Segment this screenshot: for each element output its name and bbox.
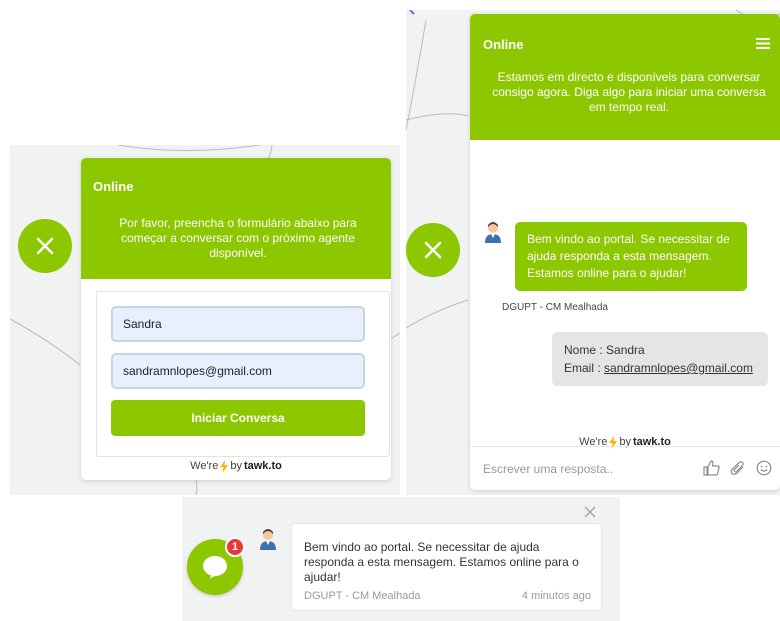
- notification-panel: 1 Bem vindo ao portal. Se necessitar de …: [182, 497, 620, 621]
- chat-widget: Online Estamos em directo e disponíveis …: [470, 14, 780, 490]
- close-widget-button[interactable]: [406, 223, 460, 277]
- agent-name: DGUPT - CM Mealhada: [502, 302, 608, 313]
- menu-icon[interactable]: [756, 38, 770, 49]
- close-widget-button[interactable]: [18, 219, 72, 273]
- visitor-name: Sandra: [606, 343, 645, 357]
- close-icon: [424, 241, 442, 259]
- status-label: Online: [483, 37, 524, 52]
- prechat-form: Sandra sandramnlopes@gmail.com Iniciar C…: [96, 291, 390, 457]
- branding-by: by: [230, 460, 242, 472]
- agent-avatar-icon: [260, 529, 276, 550]
- visitor-name-line: Nome : Sandra: [564, 341, 756, 359]
- prechat-widget: Online Por favor, preencha o formulário …: [81, 158, 391, 480]
- notification-agent-name: DGUPT - CM Mealhada: [304, 590, 421, 602]
- unread-count-badge: 1: [225, 537, 245, 557]
- status-label: Online: [93, 179, 134, 194]
- composer-placeholder: Escrever uma resposta..: [483, 461, 614, 476]
- visitor-message-bubble: Nome : Sandra Email : sandramnlopes@gmai…: [552, 332, 768, 386]
- notification-time: 4 minutos ago: [521, 590, 591, 602]
- composer-actions: [703, 460, 772, 476]
- widget-header: Online Por favor, preencha o formulário …: [81, 158, 391, 279]
- chat-window-panel: Online Estamos em directo e disponíveis …: [406, 10, 780, 495]
- visitor-email-line: Email : sandramnlopes@gmail.com: [564, 359, 756, 377]
- branding-prefix: We're: [190, 460, 219, 472]
- header-message: Estamos em directo e disponíveis para co…: [492, 70, 766, 114]
- notification-message: Bem vindo ao portal. Se necessitar de aj…: [304, 540, 579, 584]
- notification-meta: DGUPT - CM Mealhada 4 minutos ago: [304, 590, 591, 602]
- header-message: Por favor, preencha o formulário abaixo …: [119, 216, 357, 260]
- lightning-icon: [220, 459, 229, 473]
- close-icon[interactable]: [584, 506, 596, 518]
- message-composer[interactable]: Escrever uma resposta..: [470, 446, 780, 490]
- chat-bubble-icon: [203, 556, 227, 579]
- name-field[interactable]: Sandra: [111, 306, 365, 342]
- email-field[interactable]: sandramnlopes@gmail.com: [111, 353, 365, 389]
- prechat-form-panel: Online Por favor, preencha o formulário …: [10, 145, 400, 495]
- agent-message-bubble: Bem vindo ao portal. Se necessitar de aj…: [515, 222, 747, 291]
- thumbs-up-icon[interactable]: [703, 460, 720, 476]
- notification-card[interactable]: Bem vindo ao portal. Se necessitar de aj…: [291, 523, 602, 611]
- branding[interactable]: We're by tawk.to: [81, 454, 391, 478]
- visitor-email-link[interactable]: sandramnlopes@gmail.com: [604, 361, 753, 375]
- visitor-email-label: Email :: [564, 361, 601, 375]
- widget-header: Online Estamos em directo e disponíveis …: [470, 14, 780, 140]
- branding-name: tawk.to: [243, 460, 282, 472]
- emoji-icon[interactable]: [756, 460, 772, 476]
- attachment-icon[interactable]: [730, 460, 746, 476]
- close-icon: [36, 237, 54, 255]
- start-chat-button[interactable]: Iniciar Conversa: [111, 400, 365, 436]
- visitor-name-label: Nome :: [564, 343, 603, 357]
- agent-avatar-icon: [485, 222, 501, 243]
